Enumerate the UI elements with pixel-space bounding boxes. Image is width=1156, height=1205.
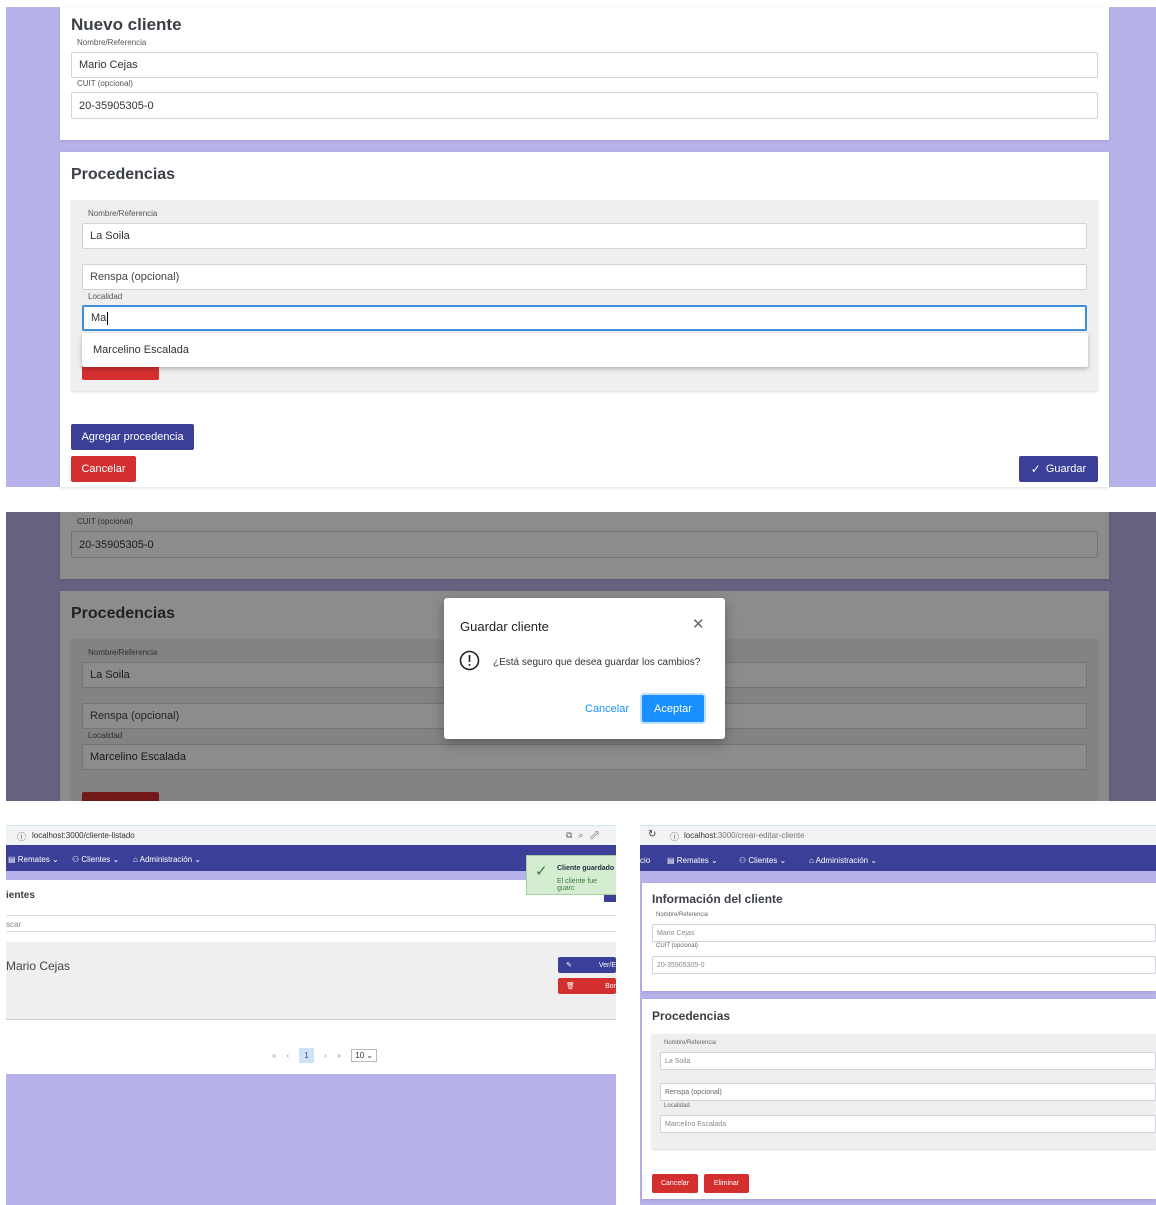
close-icon[interactable]: ✕: [692, 615, 705, 633]
url-text[interactable]: localhost:3000/cliente-listado: [32, 831, 135, 840]
localidad-label: Localidad: [664, 1103, 690, 1109]
localidad-input[interactable]: Ma: [82, 305, 1087, 331]
next-page-icon[interactable]: ›: [324, 1051, 327, 1060]
text-cursor: [107, 311, 109, 325]
url-text[interactable]: localhost:3000/crear-editar-cliente: [684, 831, 805, 840]
cancel-button[interactable]: Cancelar: [71, 456, 136, 482]
nav-clientes-label: Clientes: [81, 855, 111, 864]
add-procedencia-button[interactable]: Agregar procedencia: [71, 424, 194, 450]
localidad-value: Ma: [91, 312, 107, 324]
nav-remates-label: Remates: [17, 855, 50, 864]
delete-button[interactable]: 🗑 Bor: [558, 978, 616, 994]
nav-remates[interactable]: ▤ Remates ⌄: [8, 855, 59, 864]
panel-crear-editar: ↻ ⓘ localhost:3000/crear-editar-cliente …: [640, 825, 1156, 1205]
client-row-name: Mario Cejas: [6, 959, 71, 973]
page-title: Información del cliente: [652, 892, 783, 906]
nav-remates[interactable]: ▤ Remates ⌄: [667, 856, 718, 865]
procedencias-title: Procedencias: [652, 1009, 731, 1023]
save-button[interactable]: ✓ Guardar: [1019, 456, 1098, 482]
renspa-input[interactable]: Renspa (opcional): [82, 264, 1087, 290]
panel-confirm-dialog: CUIT (opcional) 20-35905305-0 Procedenci…: [6, 512, 1156, 801]
search-placeholder: scar: [6, 920, 22, 929]
nav-remates-label: Remates: [676, 856, 709, 865]
nav-inicio-partial[interactable]: cio: [640, 856, 650, 865]
proc-name-input[interactable]: La Soila: [660, 1052, 1156, 1070]
autocomplete-option[interactable]: Marcelino Escalada: [93, 344, 189, 356]
cuit-input[interactable]: 20-35905305-0: [652, 956, 1156, 974]
pencil-icon: ✎: [566, 962, 572, 969]
nav-administracion-label: Administración: [815, 856, 869, 865]
prev-page-icon[interactable]: ‹: [286, 1051, 289, 1060]
localidad-input[interactable]: Marcelino Escalada: [660, 1115, 1156, 1133]
last-page-icon[interactable]: »: [337, 1051, 341, 1060]
check-icon: ✓: [1030, 462, 1041, 476]
cuit-label: CUIT (opcional): [77, 79, 133, 88]
name-input[interactable]: Mario Cejas: [652, 924, 1156, 942]
first-page-icon[interactable]: «: [272, 1051, 276, 1060]
modal-accept-button[interactable]: Aceptar: [642, 695, 704, 722]
name-label: Nombre/Referencia: [77, 38, 147, 47]
nav-administracion-label: Administración: [139, 855, 193, 864]
cuit-input[interactable]: 20-35905305-0: [71, 92, 1098, 119]
cancel-button[interactable]: Cancelar: [652, 1174, 698, 1193]
view-edit-label: Ver/E: [598, 961, 616, 969]
pagination: « ‹ 1 › » 10 ⌄: [272, 1047, 378, 1063]
url-rest: :3000/crear-editar-cliente: [715, 831, 805, 840]
toast-message: El cliente fue guarc: [557, 878, 598, 892]
panel-cliente-listado: ⓘ localhost:3000/cliente-listado ⧉⌕⇗ ▤ R…: [6, 825, 616, 1205]
procedencias-title: Procedencias: [71, 166, 176, 183]
info-icon: ⓘ: [670, 832, 680, 842]
nav-clientes[interactable]: ⚇ Clientes ⌄: [739, 856, 786, 865]
page-size-value: 10: [355, 1050, 365, 1060]
page-size-select[interactable]: 10 ⌄: [351, 1048, 378, 1062]
search-input[interactable]: [6, 915, 616, 932]
delete-button[interactable]: Eliminar: [704, 1174, 749, 1193]
url-host: localhost: [684, 831, 716, 840]
reload-icon[interactable]: ↻: [648, 829, 656, 840]
trash-icon: 🗑: [566, 983, 575, 990]
save-label: Guardar: [1045, 463, 1087, 475]
name-input[interactable]: Mario Cejas: [71, 52, 1098, 78]
page-title: Nuevo cliente: [71, 15, 182, 34]
browser-toolbar-icons[interactable]: ⧉⌕⇗: [566, 830, 604, 841]
proc-name-input[interactable]: La Soila: [82, 223, 1087, 249]
modal-message: ¿Está seguro que desea guardar los cambi…: [493, 657, 701, 668]
cuit-label: CUIT (opcional): [656, 943, 698, 949]
renspa-input[interactable]: Renspa (opcional): [660, 1083, 1156, 1101]
view-edit-button[interactable]: ✎ Ver/E: [558, 957, 616, 973]
client-row: [6, 942, 616, 1020]
proc-name-label: Nombre/Referencia: [88, 209, 158, 218]
delete-label: Bor: [605, 982, 616, 990]
name-label: Nombre/Referencia: [656, 912, 709, 918]
toast-title: Cliente guardado: [557, 865, 615, 872]
nav-clientes-label: Clientes: [748, 856, 778, 865]
localidad-label: Localidad: [88, 292, 123, 301]
info-icon: ⓘ: [17, 832, 27, 842]
autocomplete-dropdown: [82, 333, 1088, 367]
current-page[interactable]: 1: [299, 1047, 315, 1063]
nav-administracion[interactable]: ⌂ Administración ⌄: [809, 856, 877, 865]
check-icon: ✓: [535, 863, 548, 880]
proc-name-label: Nombre/Referencia: [664, 1040, 717, 1046]
modal-title: Guardar cliente: [460, 619, 549, 634]
nav-clientes[interactable]: ⚇ Clientes ⌄: [72, 855, 119, 864]
confirm-modal: Guardar cliente ✕ ¿Está seguro que desea…: [444, 598, 725, 739]
nav-administracion[interactable]: ⌂ Administración ⌄: [133, 855, 201, 864]
exclamation-circle-icon: [459, 650, 480, 671]
modal-cancel-button[interactable]: Cancelar: [585, 703, 629, 715]
page-title: ientes: [6, 890, 35, 901]
